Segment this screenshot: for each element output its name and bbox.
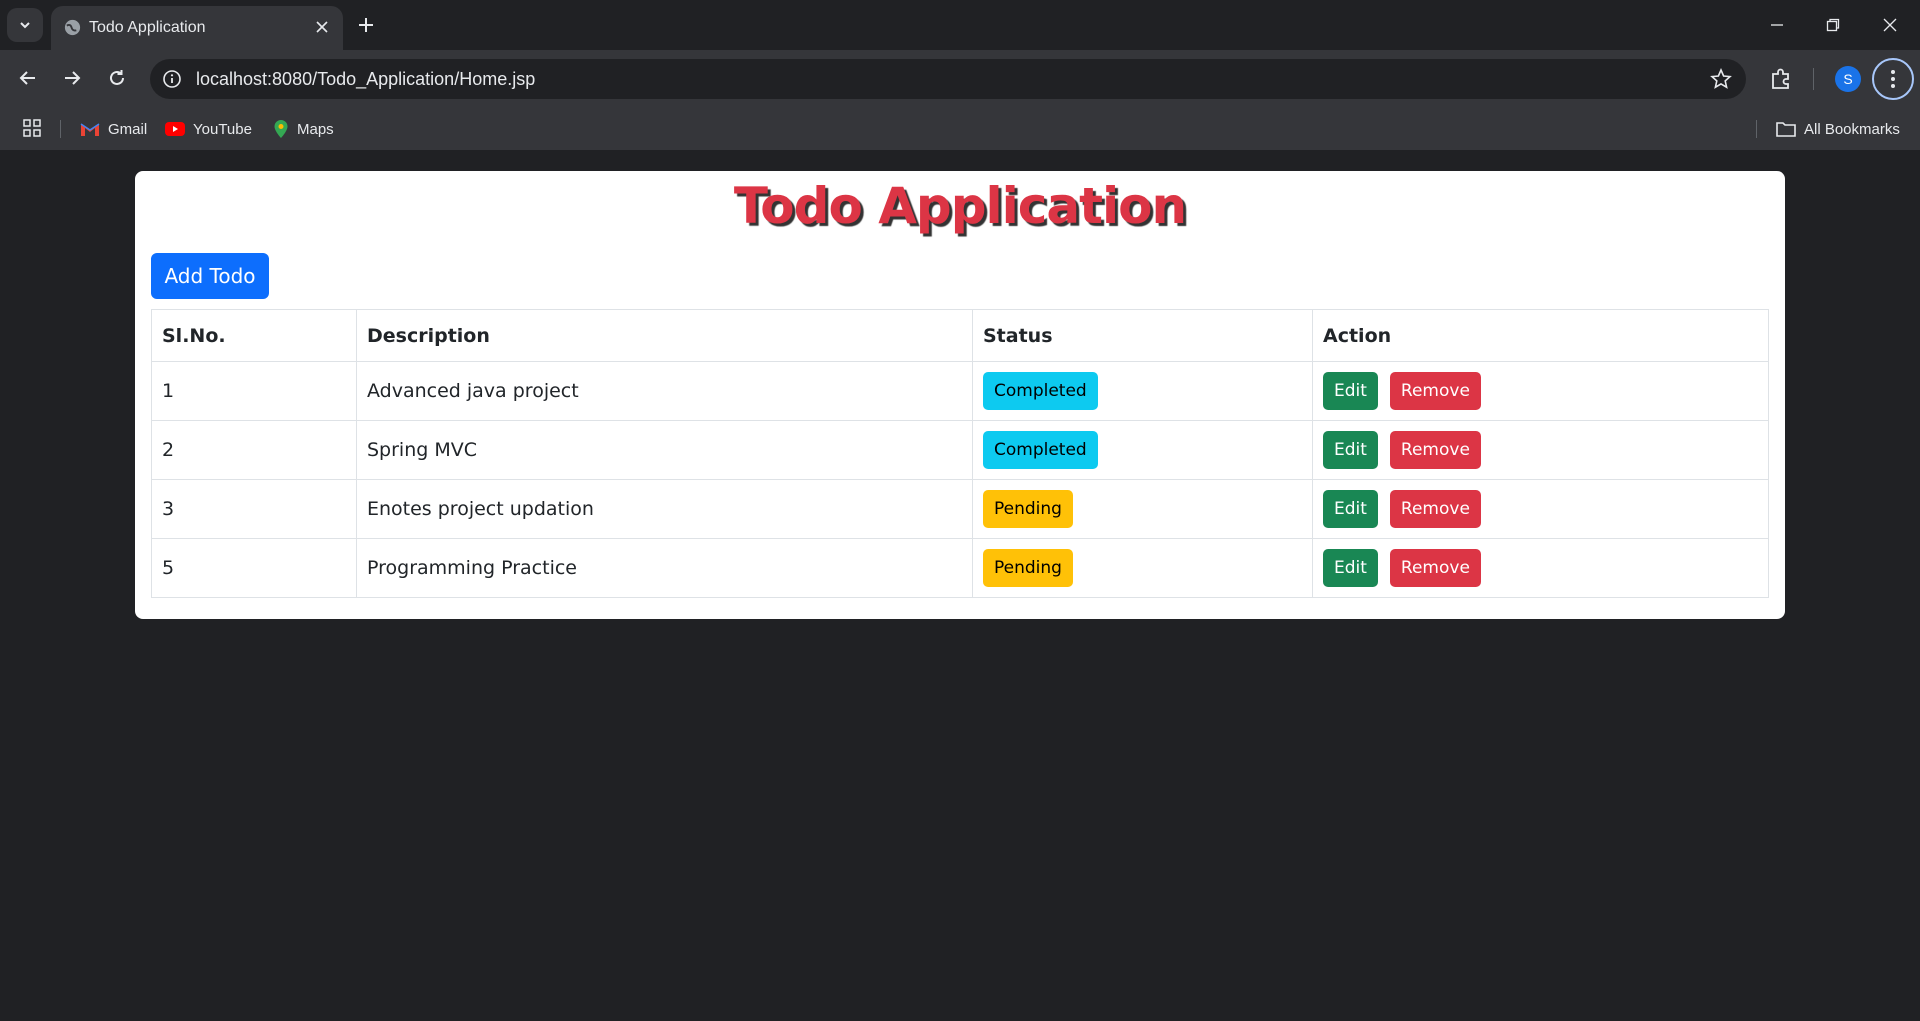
- status-badge: Completed: [983, 372, 1098, 410]
- bookmark-gmail[interactable]: Gmail: [80, 117, 147, 141]
- url-text[interactable]: localhost:8080/Todo_Application/Home.jsp: [196, 69, 535, 90]
- bookmarks-divider: [1756, 120, 1757, 138]
- browser-toolbar: localhost:8080/Todo_Application/Home.jsp…: [0, 50, 1920, 108]
- bookmark-youtube[interactable]: YouTube: [165, 117, 252, 141]
- status-badge: Completed: [983, 431, 1098, 469]
- gmail-icon: [80, 123, 100, 136]
- address-bar[interactable]: localhost:8080/Todo_Application/Home.jsp: [150, 59, 1746, 99]
- tab-title: Todo Application: [89, 19, 206, 36]
- bookmark-maps[interactable]: Maps: [273, 117, 334, 141]
- more-vert-icon: [1891, 70, 1895, 88]
- star-icon[interactable]: [1710, 68, 1732, 90]
- row-description: Advanced java project: [356, 361, 973, 421]
- apps-grid-icon[interactable]: [22, 118, 42, 138]
- close-icon: [1883, 18, 1897, 32]
- remove-button[interactable]: Remove: [1389, 431, 1481, 469]
- restore-icon: [1826, 18, 1840, 32]
- column-header-description: Description: [356, 309, 973, 362]
- row-slno: 3: [151, 479, 357, 539]
- youtube-icon: [165, 122, 185, 136]
- restore-button[interactable]: [1820, 12, 1846, 38]
- toolbar-divider: [1813, 68, 1814, 90]
- minimize-icon: [1771, 24, 1783, 26]
- row-description: Spring MVC: [356, 420, 973, 480]
- close-window-button[interactable]: [1877, 12, 1903, 38]
- browser-titlebar: Todo Application: [0, 0, 1920, 50]
- row-description: Enotes project updation: [356, 479, 973, 539]
- chevron-down-icon: [20, 22, 30, 29]
- table-row: 2 Spring MVC Completed Edit Remove: [151, 420, 1769, 480]
- profile-avatar[interactable]: S: [1835, 66, 1861, 92]
- arrow-left-icon: [19, 71, 35, 85]
- table-row: 3 Enotes project updation Pending Edit Re…: [151, 479, 1769, 539]
- bookmarks-divider: [60, 120, 61, 138]
- all-bookmarks-button[interactable]: All Bookmarks: [1776, 117, 1900, 141]
- status-badge: Pending: [983, 490, 1073, 528]
- bookmarks-bar: Gmail YouTube Maps All Bookmarks: [0, 108, 1920, 150]
- todo-card: Todo Application Add Todo Sl.No. Descrip…: [135, 171, 1785, 619]
- edit-button[interactable]: Edit: [1323, 490, 1378, 528]
- site-info-icon[interactable]: [162, 69, 182, 89]
- reload-icon: [110, 70, 124, 85]
- remove-button[interactable]: Remove: [1389, 490, 1481, 528]
- table-header-row: Sl.No. Description Status Action: [151, 309, 1769, 362]
- folder-icon: [1776, 122, 1796, 137]
- tab-search-button[interactable]: [7, 8, 43, 42]
- todo-table: Sl.No. Description Status Action 1 Advan…: [151, 309, 1769, 598]
- tab-close-icon[interactable]: [311, 16, 333, 38]
- arrow-right-icon: [65, 71, 81, 85]
- table-row: 1 Advanced java project Completed Edit Re…: [151, 361, 1769, 421]
- column-header-slno: Sl.No.: [151, 309, 357, 362]
- maps-icon: [274, 120, 288, 138]
- edit-button[interactable]: Edit: [1323, 549, 1378, 587]
- new-tab-button[interactable]: [353, 12, 379, 38]
- page-title: Todo Application: [733, 177, 1187, 235]
- table-row: 5 Programming Practice Pending Edit Remov…: [151, 538, 1769, 598]
- bookmark-label: Maps: [297, 120, 334, 138]
- row-slno: 1: [151, 361, 357, 421]
- remove-button[interactable]: Remove: [1389, 549, 1481, 587]
- status-badge: Pending: [983, 549, 1073, 587]
- browser-tab[interactable]: Todo Application: [51, 6, 343, 50]
- all-bookmarks-label: All Bookmarks: [1804, 120, 1900, 138]
- bookmark-label: YouTube: [193, 120, 252, 138]
- reload-button[interactable]: [101, 62, 133, 94]
- row-slno: 5: [151, 538, 357, 598]
- edit-button[interactable]: Edit: [1323, 431, 1378, 469]
- extensions-icon[interactable]: [1768, 66, 1794, 92]
- bookmark-label: Gmail: [108, 120, 148, 138]
- globe-icon: [64, 19, 81, 36]
- minimize-button[interactable]: [1764, 12, 1790, 38]
- browser-menu-button[interactable]: [1872, 58, 1914, 100]
- row-description: Programming Practice: [356, 538, 973, 598]
- forward-button[interactable]: [56, 62, 88, 94]
- plus-icon: [359, 18, 373, 32]
- back-button[interactable]: [12, 62, 44, 94]
- remove-button[interactable]: Remove: [1389, 372, 1481, 410]
- column-header-action: Action: [1312, 309, 1769, 362]
- column-header-status: Status: [972, 309, 1313, 362]
- row-slno: 2: [151, 420, 357, 480]
- edit-button[interactable]: Edit: [1323, 372, 1378, 410]
- add-todo-button[interactable]: Add Todo: [151, 253, 269, 299]
